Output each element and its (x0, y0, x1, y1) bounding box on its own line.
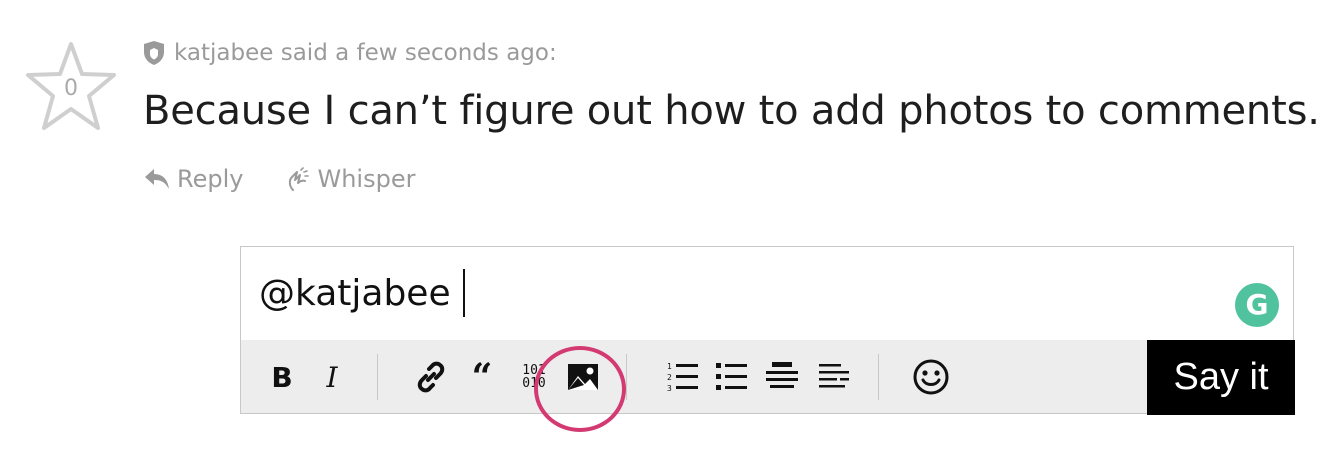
toolbar-divider (377, 354, 378, 400)
shield-icon (143, 40, 165, 66)
quote-button[interactable]: “ (466, 356, 498, 398)
ordered-list-icon: 1 2 3 (667, 362, 698, 393)
author-line: katjabee said a few seconds ago: (174, 40, 557, 66)
align-center-icon (766, 362, 798, 388)
align-right-button[interactable] (818, 360, 852, 394)
reply-icon (145, 169, 169, 189)
reply-button[interactable]: Reply (143, 165, 243, 193)
reply-input-value: @katjabee (259, 272, 451, 314)
code-button[interactable]: 101 010 (517, 360, 551, 394)
comment-meta: katjabee said a few seconds ago: (143, 38, 557, 68)
svg-text:3: 3 (667, 384, 672, 393)
editor-toolbar: B I “ 101 010 1 2 3 (241, 340, 1293, 432)
unordered-list-button[interactable] (715, 360, 749, 394)
bold-button[interactable]: B (269, 360, 295, 394)
insert-image-button[interactable] (563, 360, 603, 394)
toolbar-divider (626, 354, 627, 400)
image-icon (568, 364, 598, 390)
svg-text:2: 2 (667, 373, 672, 382)
whisper-button[interactable]: Whisper (285, 165, 415, 193)
reply-editor: @katjabee G B I “ 101 010 1 2 3 Say it (240, 246, 1295, 432)
emoji-button[interactable] (911, 359, 951, 395)
align-right-icon (819, 364, 849, 388)
ordered-list-button[interactable]: 1 2 3 (666, 360, 700, 394)
italic-button[interactable]: I (321, 360, 343, 394)
comment-actions: Reply Whisper (143, 165, 457, 193)
code-icon-bottom: 010 (522, 376, 546, 391)
whisper-label: Whisper (317, 165, 416, 193)
unordered-list-icon (716, 363, 747, 390)
link-button[interactable] (411, 360, 451, 394)
grammarly-button[interactable]: G (1235, 283, 1279, 327)
reply-text-input[interactable]: @katjabee (259, 269, 465, 317)
reply-label: Reply (177, 165, 244, 193)
comment-body: Because I can’t figure out how to add ph… (143, 88, 1320, 134)
star-count: 0 (64, 76, 78, 101)
say-it-button[interactable]: Say it (1147, 340, 1295, 415)
align-center-button[interactable] (765, 360, 799, 394)
toolbar-divider (878, 354, 879, 400)
svg-text:1: 1 (667, 362, 672, 371)
whisper-icon (289, 167, 310, 191)
emoji-icon (913, 359, 949, 395)
text-caret (462, 269, 465, 317)
link-icon (417, 361, 445, 393)
star-rating[interactable]: 0 (24, 40, 118, 132)
